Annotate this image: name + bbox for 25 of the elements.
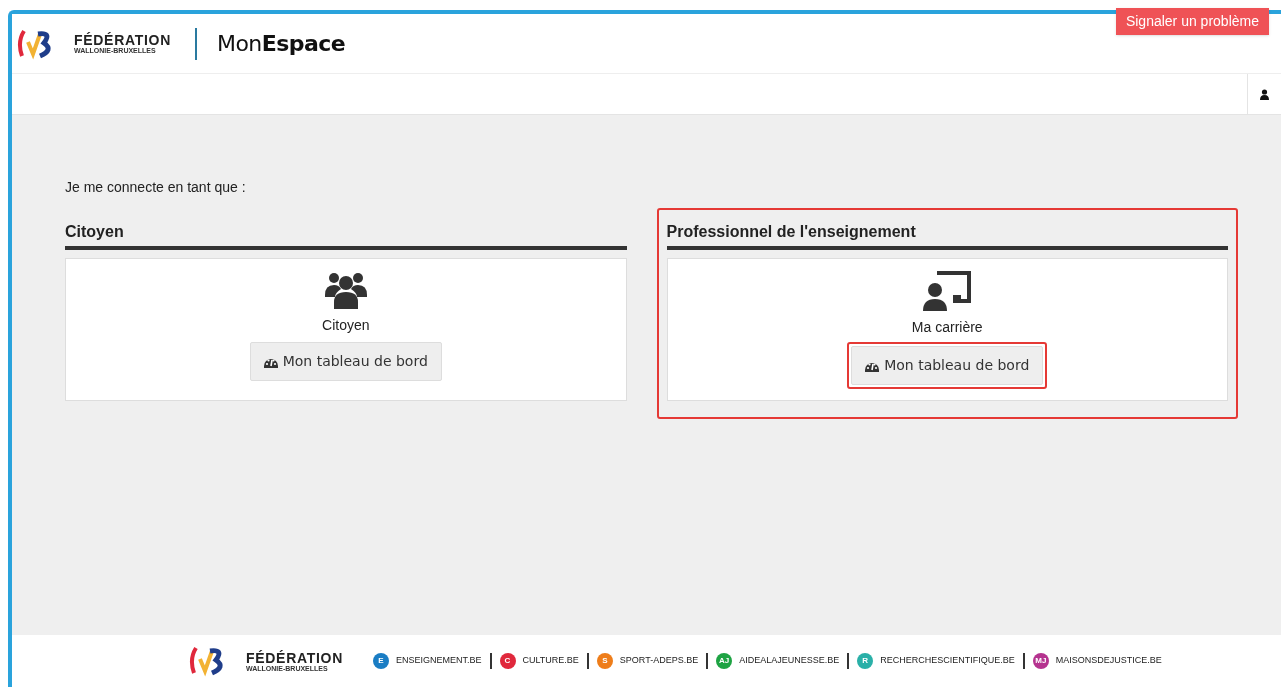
footer-link[interactable]: R RECHERCHESCIENTIFIQUE.BE — [847, 653, 1023, 669]
footer-link[interactable]: AJ AIDEALAJEUNESSE.BE — [706, 653, 848, 669]
site-badge: MJ — [1032, 653, 1049, 669]
footer-link[interactable]: E ENSEIGNEMENT.BE — [364, 653, 490, 669]
logo-title: FÉDÉRATION — [246, 650, 343, 665]
site-badge: R — [857, 653, 874, 669]
role-label: Ma carrière — [911, 318, 983, 337]
intro-text: Je me connecte en tant que : — [65, 178, 247, 197]
footer-link[interactable]: S SPORT-ADEPS.BE — [586, 653, 707, 669]
footer-link[interactable]: MJ MAISONSDEJUSTICE.BE — [1022, 653, 1170, 669]
dashboard-button[interactable]: Mon tableau de bord — [249, 342, 442, 381]
app-title: MonEspace — [216, 30, 346, 58]
logo-title: FÉDÉRATION — [74, 33, 171, 47]
teacher-board-icon — [923, 271, 972, 311]
role-label: Citoyen — [322, 316, 370, 335]
site-badge: C — [499, 653, 516, 669]
site-badge: S — [596, 653, 613, 669]
section-title: Citoyen — [65, 220, 627, 250]
people-group-icon — [324, 271, 367, 309]
site-badge: AJ — [716, 653, 733, 669]
section-title: Professionnel de l'enseignement — [666, 220, 1228, 250]
dashboard-button[interactable]: Mon tableau de bord — [851, 346, 1044, 385]
user-icon — [1260, 88, 1269, 100]
footer-link[interactable]: C CULTURE.BE — [489, 653, 587, 669]
site-badge: E — [372, 653, 389, 669]
